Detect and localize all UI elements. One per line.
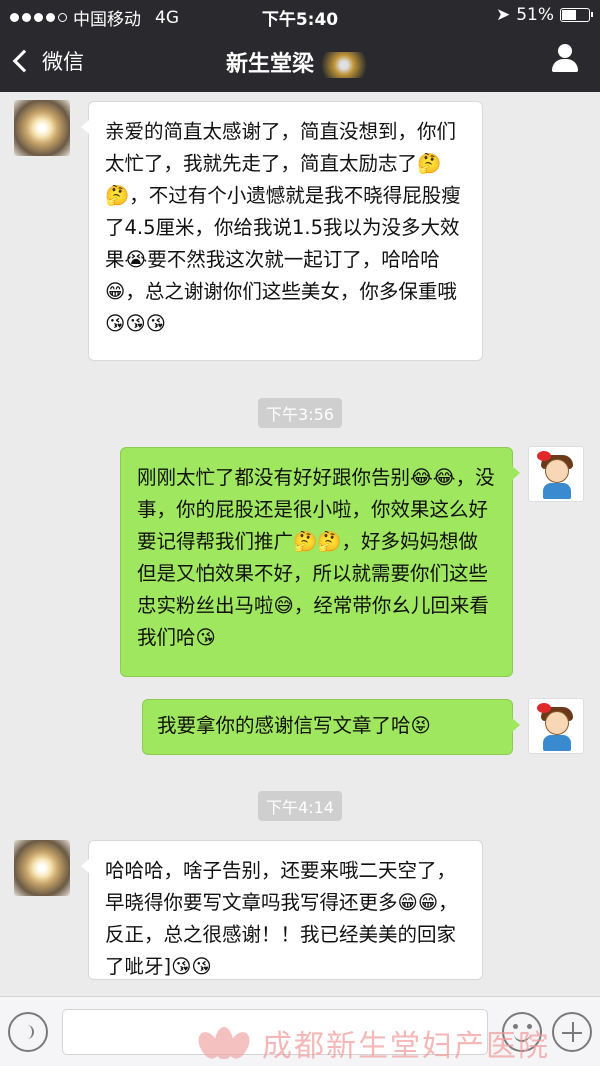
battery-icon	[560, 8, 593, 22]
top-bar: 中国移动 4G 下午5:40 ➤ 51% 微信 新生堂梁	[0, 0, 600, 92]
avatar[interactable]	[528, 698, 584, 754]
avatar[interactable]	[528, 446, 584, 502]
chat-title-text: 新生堂梁	[225, 52, 314, 77]
avatar[interactable]	[14, 100, 70, 156]
message-text: 我要拿你的感谢信写文章了哈😝	[157, 714, 431, 737]
message-text: 刚刚太忙了都没有好好跟你告别😂😂，没事，你的屁股还是很小啦，你效果这么好要记得帮…	[137, 466, 495, 649]
timestamp-text: 下午4:14	[258, 791, 342, 821]
status-bar: 中国移动 4G 下午5:40 ➤ 51%	[0, 0, 600, 30]
watermark-text: 成都新生堂妇产医院	[262, 1029, 550, 1064]
chat-title: 新生堂梁	[0, 46, 600, 78]
watermark: 成都新生堂妇产医院	[194, 1020, 600, 1066]
timestamp: 下午3:56	[0, 398, 600, 428]
message-bubble-outgoing[interactable]: 刚刚太忙了都没有好好跟你告别😂😂，没事，你的屁股还是很小啦，你效果这么好要记得帮…	[120, 447, 520, 677]
timestamp-text: 下午3:56	[258, 398, 342, 428]
sparkle-blur	[314, 52, 374, 78]
voice-input-icon[interactable]	[8, 1012, 48, 1052]
message-bubble-outgoing[interactable]: 我要拿你的感谢信写文章了哈😝	[142, 699, 520, 755]
lotus-logo-icon	[194, 1027, 254, 1062]
location-icon: ➤	[495, 5, 511, 25]
timestamp: 下午4:14	[0, 791, 600, 821]
battery-percent: 51%	[516, 5, 554, 25]
contact-info-icon[interactable]	[550, 44, 580, 74]
nav-bar: 微信 新生堂梁	[0, 30, 600, 92]
message-text: 亲爱的简直太感谢了，简直没想到，你们太忙了，我就先走了，简直太励志了🤔🤔，不过有…	[105, 120, 461, 335]
message-bubble-incoming[interactable]: 亲爱的简直太感谢了，简直没想到，你们太忙了，我就先走了，简直太励志了🤔🤔，不过有…	[81, 101, 483, 361]
avatar[interactable]	[14, 840, 70, 896]
message-text: 哈哈哈，啥子告别，还要来哦二天空了，早晓得你要写文章吗我写得还更多😁😁，反正，总…	[105, 859, 458, 978]
status-right: ➤ 51%	[495, 5, 593, 25]
message-bubble-incoming[interactable]: 哈哈哈，啥子告别，还要来哦二天空了，早晓得你要写文章吗我写得还更多😁😁，反正，总…	[81, 840, 483, 980]
